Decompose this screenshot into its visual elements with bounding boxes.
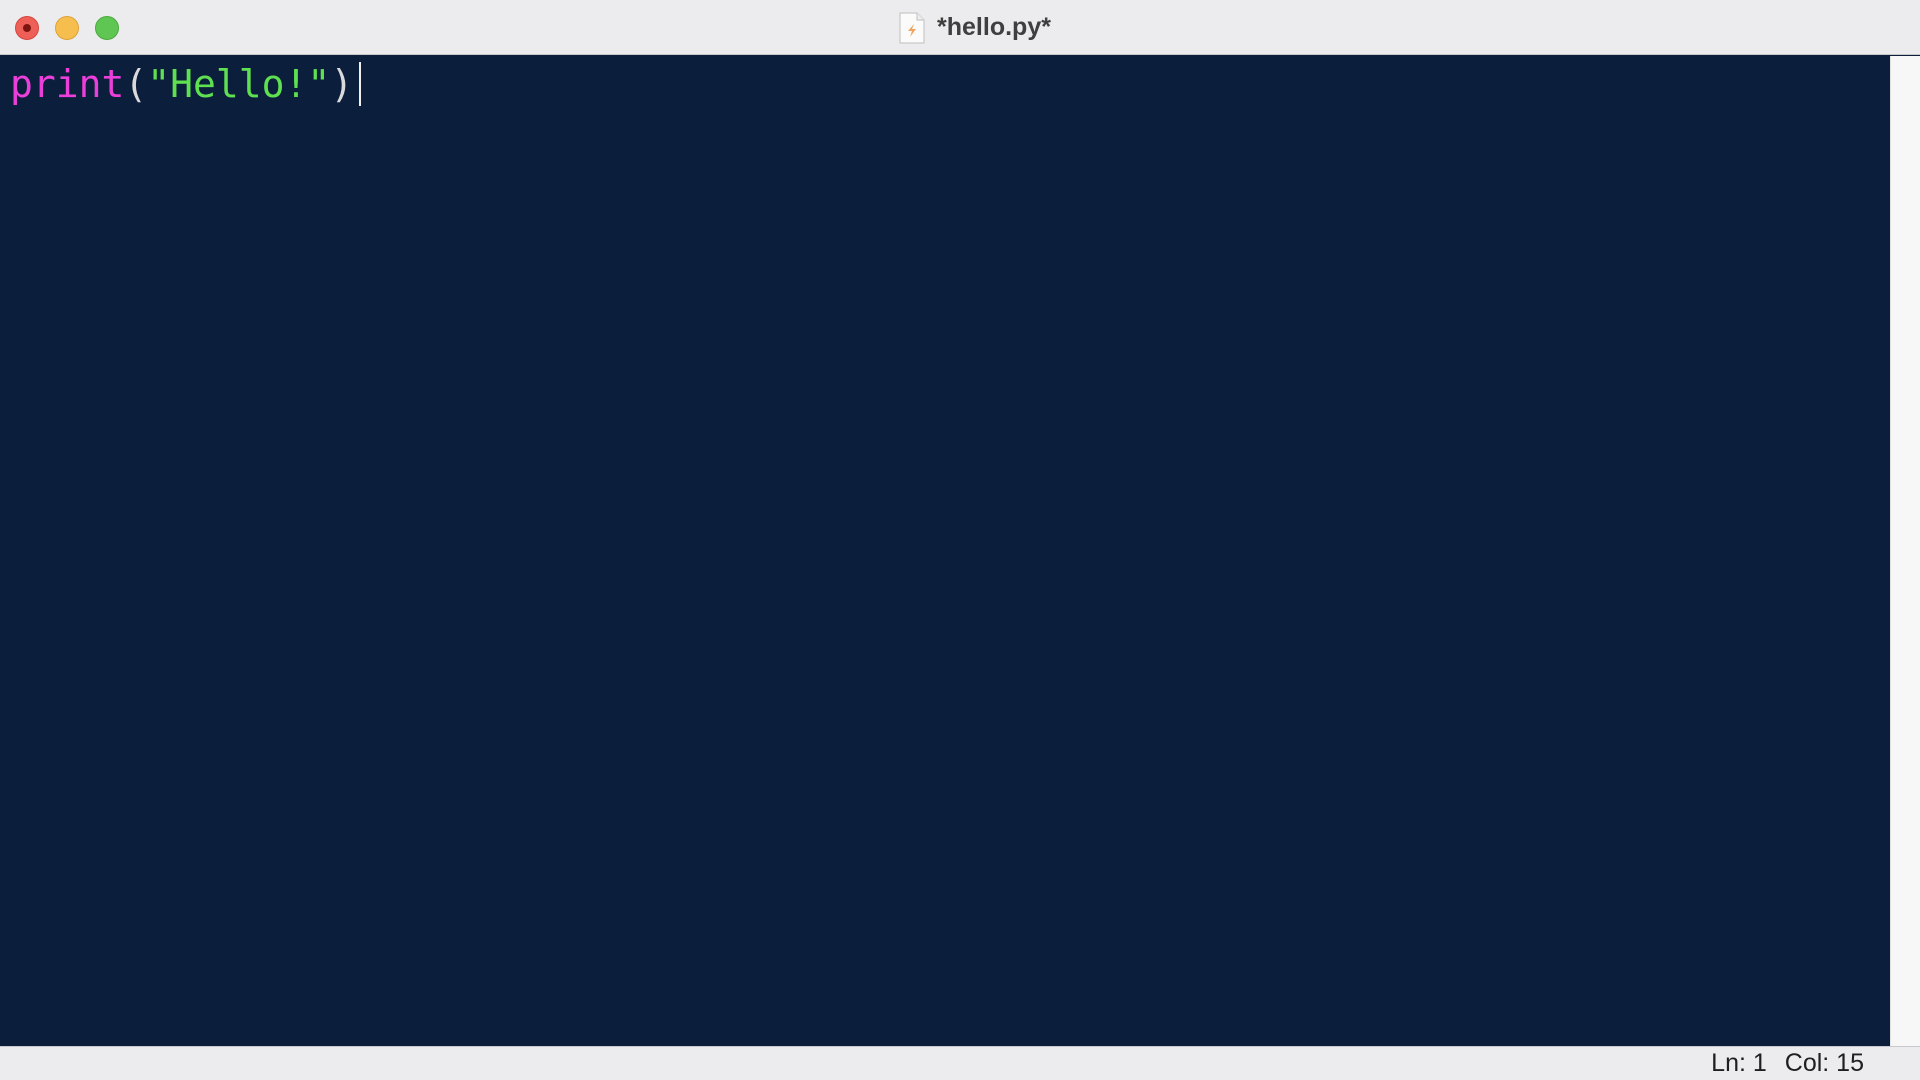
close-window-button[interactable]: [15, 16, 39, 40]
code-editor[interactable]: print("Hello!"): [0, 56, 1890, 1046]
status-bar: Ln: 1 Col: 15: [0, 1046, 1920, 1080]
zoom-window-button[interactable]: [95, 16, 119, 40]
unsaved-dot-icon: [23, 24, 31, 32]
python-file-icon: [899, 11, 925, 44]
line-number-status: Ln: 1: [1711, 1049, 1767, 1077]
open-paren-token: (: [124, 62, 148, 106]
builtin-token: print: [10, 62, 125, 106]
window-title-area: *hello.py*: [0, 0, 1920, 55]
close-paren-token: ): [330, 62, 354, 106]
text-cursor: [359, 62, 362, 106]
column-number-status: Col: 15: [1784, 1049, 1864, 1077]
code-line-1[interactable]: print("Hello!"): [10, 60, 362, 108]
title-bar[interactable]: *hello.py*: [0, 0, 1920, 55]
vertical-scrollbar[interactable]: [1890, 56, 1920, 1046]
string-token: "Hello!": [147, 62, 331, 106]
editor-window: *hello.py* print("Hello!") Ln: 1 Col: 15: [0, 0, 1920, 1080]
window-title: *hello.py*: [937, 13, 1051, 41]
minimize-window-button[interactable]: [55, 16, 79, 40]
